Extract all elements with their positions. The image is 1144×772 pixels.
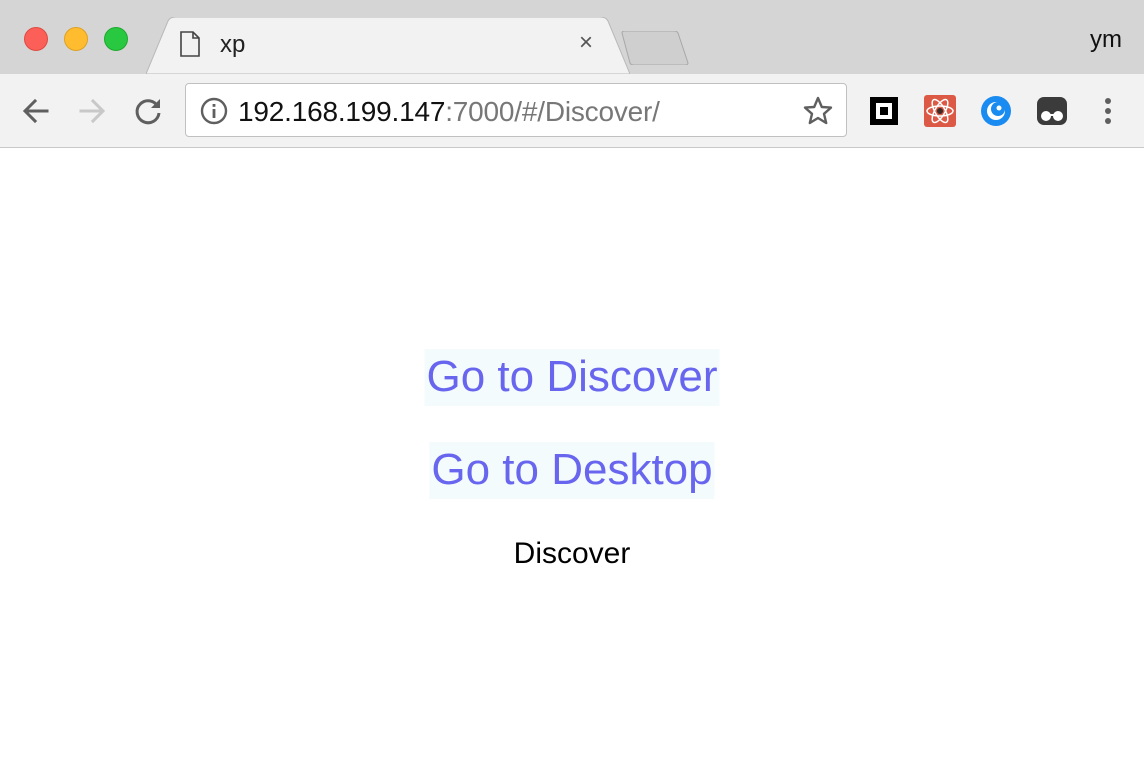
profile-name[interactable]: ym: [1090, 26, 1122, 54]
tab-title: xp: [220, 31, 246, 58]
forward-arrow-icon[interactable]: [75, 94, 109, 128]
back-arrow-icon[interactable]: [19, 94, 53, 128]
blue-circle-ext-icon[interactable]: [979, 94, 1013, 128]
go-to-discover-link[interactable]: Go to Discover: [424, 349, 720, 406]
info-icon[interactable]: [200, 97, 228, 125]
kebab-menu-icon[interactable]: [1096, 96, 1120, 126]
glasses-ext-icon[interactable]: [1035, 94, 1069, 128]
go-to-desktop-link[interactable]: Go to Desktop: [429, 442, 715, 499]
browser-toolbar: 192.168.199.147:7000/#/Discover/: [0, 74, 1144, 148]
tab-strip: xp × ym: [0, 0, 1144, 74]
active-tab[interactable]: xp ×: [146, 17, 630, 74]
url-text[interactable]: 192.168.199.147:7000/#/Discover/: [238, 96, 660, 128]
square-logo-icon[interactable]: [867, 94, 901, 128]
new-tab-button[interactable]: [620, 31, 690, 65]
bookmark-star-icon[interactable]: [802, 95, 834, 127]
close-window-button[interactable]: [24, 27, 48, 51]
page-content: Go to Discover Go to Desktop Discover: [0, 149, 1144, 772]
address-bar[interactable]: 192.168.199.147:7000/#/Discover/: [185, 83, 847, 137]
url-path: :7000/#/Discover/: [445, 96, 660, 127]
current-route-text: Discover: [513, 537, 631, 570]
maximize-window-button[interactable]: [104, 27, 128, 51]
reload-icon[interactable]: [131, 94, 165, 128]
page-icon: [180, 31, 200, 57]
minimize-window-button[interactable]: [64, 27, 88, 51]
url-host: 192.168.199.147: [238, 96, 446, 127]
tab-shape: [146, 17, 630, 74]
react-devtools-icon[interactable]: [923, 94, 957, 128]
tab-close-icon[interactable]: ×: [574, 31, 598, 55]
